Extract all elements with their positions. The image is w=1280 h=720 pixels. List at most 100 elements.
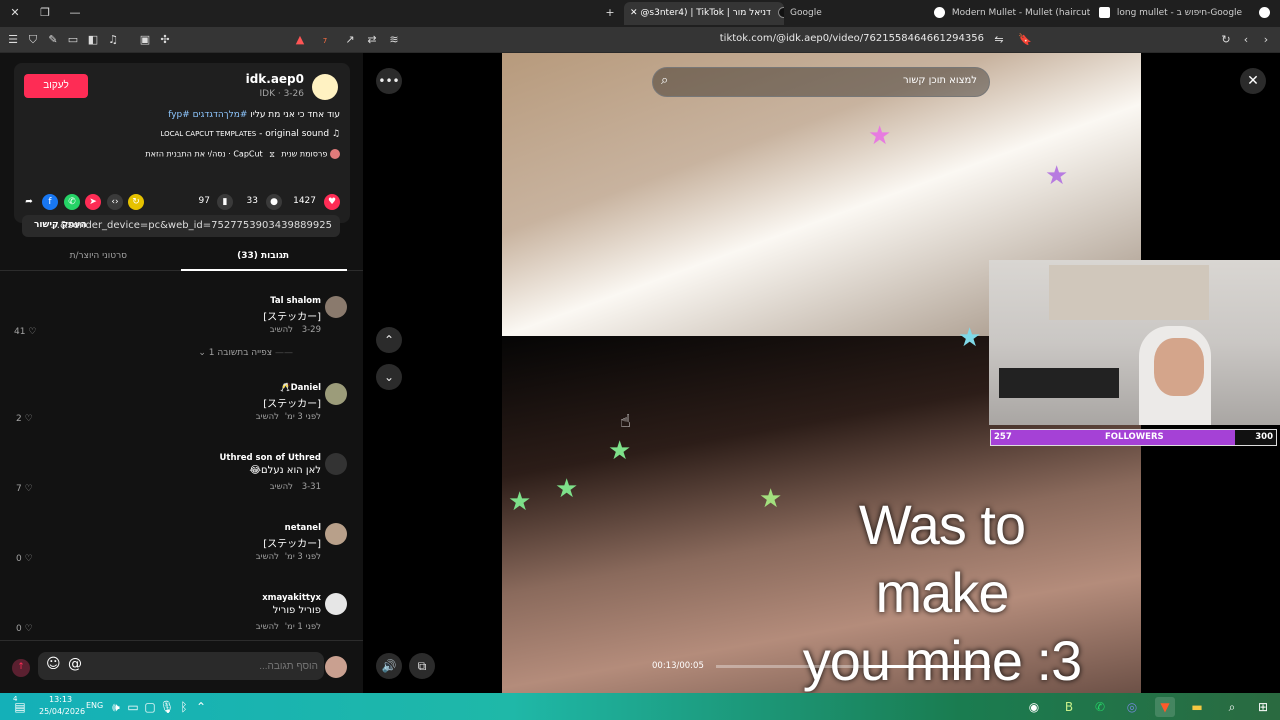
restore-window-icon[interactable]: ❐ <box>36 4 54 22</box>
reply-link[interactable]: להשיב <box>256 622 279 632</box>
tab-tiktok[interactable]: ✕ @s3nter4) | TikTok | דניאל מור <box>624 2 784 25</box>
sponsor-row[interactable]: פרסומת שנית ⧖ CapCut · נסה/י את התבנית ה… <box>145 149 340 160</box>
webcam-overlay <box>989 260 1280 425</box>
windows-start-icon[interactable]: ⊞ <box>1253 697 1273 717</box>
new-tab-button[interactable]: + <box>601 4 619 22</box>
menu-icon[interactable]: ☰ <box>5 32 21 48</box>
reply-link[interactable]: להשיב <box>270 325 293 335</box>
pip-button[interactable]: ⧉ <box>409 653 435 679</box>
close-tab-icon[interactable]: ✕ <box>630 8 638 18</box>
like-icon[interactable]: ♥ <box>324 194 340 210</box>
comment-like[interactable]: 0 ♡ <box>16 624 33 634</box>
avatar[interactable] <box>325 383 347 405</box>
reply-link[interactable]: להשיב <box>270 482 293 492</box>
screenshot-icon[interactable]: ▣ <box>137 32 153 48</box>
sidebar-icon[interactable]: ◧ <box>85 32 101 48</box>
avatar[interactable] <box>325 296 347 318</box>
comment-user[interactable]: xmayakittyx <box>262 593 321 603</box>
tab-modern-mullet[interactable]: Modern Mullet - Mullet (haircut) - W <box>930 2 1090 25</box>
brave-rewards-icon[interactable]: ▲ <box>292 32 308 48</box>
tab-comments[interactable]: תגובות (33) <box>237 251 289 261</box>
comment-text: [ステッカー] <box>263 312 321 323</box>
hashtags[interactable]: #מלךהדגדגים #fyp <box>168 110 247 120</box>
comment-user[interactable]: Daniel🥂 <box>280 383 321 393</box>
volume-button[interactable]: 🔊 <box>376 653 402 679</box>
site-settings-icon[interactable]: ⇋ <box>991 32 1007 48</box>
close-icon[interactable]: ✕ <box>1240 68 1266 94</box>
avatar[interactable] <box>325 453 347 475</box>
reply-link[interactable]: להשיב <box>256 552 279 562</box>
close-window-icon[interactable]: ✕ <box>6 4 24 22</box>
whatsapp-icon[interactable]: ✆ <box>1090 697 1110 717</box>
video-time: 00:13/00:05 <box>652 661 704 671</box>
next-video-button[interactable]: ⌄ <box>376 364 402 390</box>
avatar[interactable] <box>312 74 338 100</box>
comment-user[interactable]: netanel <box>285 523 321 533</box>
comment-composer: @ ☺ ↑ <box>0 640 363 693</box>
music-note-icon: ♫ <box>331 129 340 139</box>
search-icon[interactable]: ⌕ <box>1222 697 1242 717</box>
bookmark-icon[interactable]: 🔖 <box>1017 32 1033 48</box>
comment-like[interactable]: 7 ♡ <box>16 484 33 494</box>
comment-like-count: 2 <box>16 414 22 424</box>
language-indicator[interactable]: ENG <box>86 701 103 710</box>
sound-row[interactable]: ♫ LOCAL CAPCUT TEMPLATES - original soun… <box>160 129 340 139</box>
reload-icon[interactable]: ↻ <box>1218 32 1234 48</box>
previous-video-button[interactable]: ⌃ <box>376 327 402 353</box>
comment-like[interactable]: 41 ♡ <box>14 327 36 337</box>
file-explorer-icon[interactable]: ▬ <box>1187 697 1207 717</box>
embed-icon[interactable]: ‹› <box>107 194 123 210</box>
share-icon[interactable]: ↗ <box>342 32 358 48</box>
music-icon[interactable]: ♫ <box>105 32 121 48</box>
avatar[interactable] <box>325 523 347 545</box>
obs-icon[interactable]: ◉ <box>1024 697 1044 717</box>
tab-google[interactable]: Google <box>790 2 940 25</box>
address-bar[interactable]: tiktok.com/@idk.aep0/video/7621558464661… <box>720 33 984 44</box>
extensions-icon[interactable]: ✎ <box>45 32 61 48</box>
repost-icon[interactable]: ↻ <box>128 194 144 210</box>
avatar[interactable] <box>325 593 347 615</box>
chevron-up-icon[interactable]: ⌃ <box>191 697 211 717</box>
search-input[interactable]: למצוא תוכן קשור <box>903 75 977 86</box>
related-search-bar[interactable]: למצוא תוכן קשור ⌕ <box>652 67 990 97</box>
reply-link[interactable]: להשיב <box>256 412 279 422</box>
send-icon[interactable]: ➤ <box>85 194 101 210</box>
shield-icon[interactable]: ⛉ <box>25 32 41 48</box>
bookmark-icon[interactable]: ▮ <box>217 194 233 210</box>
reader-icon[interactable]: ≋ <box>386 32 402 48</box>
tab-creator-videos[interactable]: סרטוני היוצר/ת <box>70 251 127 261</box>
forward-icon[interactable]: › <box>1258 32 1274 48</box>
app-b-icon[interactable]: B <box>1059 697 1079 717</box>
brave-shields-icon[interactable]: 7 <box>317 32 333 48</box>
discord-icon[interactable]: ◎ <box>1122 697 1142 717</box>
tab-long-mullet[interactable]: long mullet - חיפוש ב-Google <box>1095 2 1275 25</box>
username[interactable]: idk.aep0 <box>246 72 304 86</box>
whatsapp-icon[interactable]: ✆ <box>64 194 80 210</box>
comment-like[interactable]: 2 ♡ <box>16 414 33 424</box>
clock-time[interactable]: 13:13 <box>49 695 72 704</box>
more-options-button[interactable]: ••• <box>376 68 402 94</box>
comment-user[interactable]: Tal shalom <box>270 296 321 306</box>
sponsor-cta: CapCut · נסה/י את התבנית הזאת <box>145 149 263 159</box>
back-icon[interactable]: ‹ <box>1238 32 1254 48</box>
mention-icon[interactable]: @ <box>68 656 82 672</box>
brave-browser-icon[interactable]: ▼ <box>1155 697 1175 717</box>
search-icon[interactable]: ⌕ <box>661 73 668 88</box>
comment-icon[interactable]: ● <box>266 194 282 210</box>
translate-icon[interactable]: ⇄ <box>364 32 380 48</box>
clock-date[interactable]: 25/04/2026 <box>39 707 85 716</box>
wallet-icon[interactable]: ▭ <box>65 32 81 48</box>
comment-user[interactable]: Uthred son of Uthred <box>220 453 321 463</box>
minimize-window-icon[interactable]: — <box>66 4 84 22</box>
send-comment-button[interactable]: ↑ <box>12 659 30 677</box>
post-info-card: idk.aep0 IDK · 3-26 לעקוב עוד אחד כי אני… <box>14 63 350 223</box>
puzzle-icon[interactable]: ✣ <box>157 32 173 48</box>
video-progress-bar[interactable] <box>716 665 990 668</box>
view-replies-link[interactable]: —— צפייה בתשובה 1 ⌄ <box>198 348 293 358</box>
comment-like[interactable]: 0 ♡ <box>16 554 33 564</box>
share-arrow-icon[interactable]: ➦ <box>21 194 37 210</box>
follow-button[interactable]: לעקוב <box>24 74 88 98</box>
facebook-icon[interactable]: f <box>42 194 58 210</box>
view-replies-label: צפייה בתשובה 1 <box>208 348 273 358</box>
emoji-icon[interactable]: ☺ <box>46 656 61 672</box>
